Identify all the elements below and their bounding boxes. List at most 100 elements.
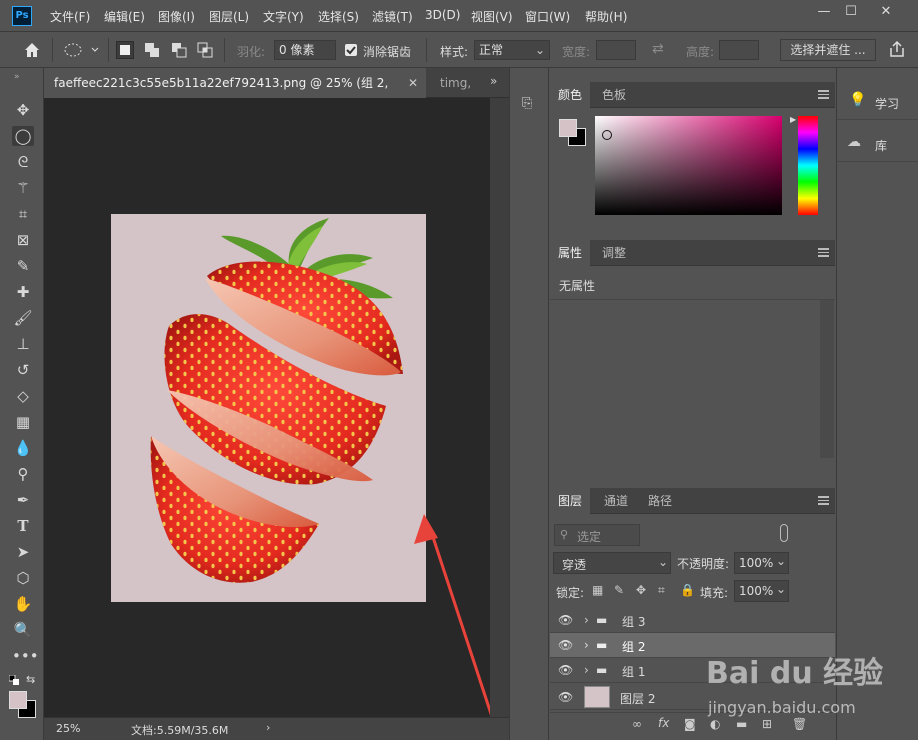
layer-name[interactable]: 图层 2	[620, 690, 655, 707]
expand-group-icon[interactable]: ›	[584, 638, 589, 652]
healing-brush-tool-icon[interactable]: ✚	[12, 282, 34, 302]
history-brush-tool-icon[interactable]: ↺	[12, 360, 34, 380]
opacity-chevron-icon[interactable]: ⌄	[776, 554, 786, 568]
history-panel-icon[interactable]: ⎘	[522, 96, 540, 114]
lasso-tool-icon[interactable]: ᘓ	[12, 152, 34, 172]
collapse-tools-icon[interactable]: »	[14, 72, 30, 82]
layer-row[interactable]: 👁 › ▬ 组 1	[550, 658, 835, 683]
properties-scrollbar[interactable]	[820, 300, 834, 458]
visibility-eye-icon[interactable]: 👁	[558, 614, 573, 626]
layer-row-selected[interactable]: 👁 › ▬ 组 2	[550, 633, 835, 658]
menu-edit[interactable]: 编辑(E)	[104, 8, 145, 25]
menu-window[interactable]: 窗口(W)	[525, 8, 570, 25]
brush-tool-icon[interactable]: 🖌	[12, 308, 34, 328]
lock-transparent-icon[interactable]: ▦	[592, 583, 603, 597]
new-selection-icon[interactable]	[116, 41, 134, 59]
share-icon[interactable]	[888, 40, 906, 58]
type-tool-icon[interactable]: T	[12, 516, 34, 536]
canvas-vertical-scrollbar[interactable]	[490, 98, 509, 717]
shape-tool-icon[interactable]: ⬡	[12, 568, 34, 588]
lock-artboard-icon[interactable]: ⌗	[658, 583, 665, 598]
dodge-tool-icon[interactable]: ⚲	[12, 464, 34, 484]
properties-panel-menu-icon[interactable]	[818, 248, 829, 257]
menu-select[interactable]: 选择(S)	[318, 8, 359, 25]
color-fg-swatch[interactable]	[559, 119, 577, 137]
height-input[interactable]	[719, 40, 759, 60]
default-colors-icon[interactable]	[8, 674, 19, 685]
visibility-eye-icon[interactable]: 👁	[558, 639, 573, 651]
tab-inactive-document[interactable]: timg,	[430, 68, 474, 98]
layers-panel-menu-icon[interactable]	[818, 496, 829, 505]
hue-slider[interactable]	[798, 116, 818, 215]
layer-row[interactable]: 👁 › ▬ 组 3	[550, 608, 835, 633]
antialias-checkbox[interactable]	[345, 44, 357, 56]
new-group-icon[interactable]: ▬	[736, 717, 747, 731]
close-tab-icon[interactable]: ✕	[408, 68, 418, 98]
add-mask-icon[interactable]: ◙	[684, 717, 696, 731]
expand-group-icon[interactable]: ›	[584, 613, 589, 627]
color-field[interactable]	[595, 116, 782, 215]
zoom-level[interactable]: 25%	[56, 722, 80, 735]
feather-input[interactable]: 0 像素	[274, 40, 336, 60]
move-tool-icon[interactable]: ✥	[12, 100, 34, 120]
menu-file[interactable]: 文件(F)	[50, 8, 90, 25]
pen-tool-icon[interactable]: ✒	[12, 490, 34, 510]
elliptical-marquee-preset-icon[interactable]	[62, 41, 102, 59]
more-tabs-icon[interactable]: »	[490, 74, 497, 88]
visibility-eye-icon[interactable]: 👁	[558, 691, 573, 703]
lock-all-icon[interactable]: 🔒	[680, 583, 695, 597]
tab-channels[interactable]: 通道	[596, 488, 636, 514]
magic-wand-tool-icon[interactable]: ⚚	[12, 178, 34, 198]
layer-name[interactable]: 组 2	[622, 638, 645, 655]
lock-position-icon[interactable]: ✥	[636, 583, 646, 597]
home-icon[interactable]	[22, 40, 42, 60]
libraries-panel-button[interactable]: ☁ 库	[837, 126, 918, 162]
swap-dimensions-icon[interactable]: ⇄	[652, 41, 664, 57]
path-selection-tool-icon[interactable]: ➤	[12, 542, 34, 562]
subtract-selection-icon[interactable]	[170, 41, 188, 59]
menu-layer[interactable]: 图层(L)	[209, 8, 249, 25]
tab-active-document[interactable]: faeffeec221c3c55e5b11a22ef792413.png @ 2…	[44, 68, 426, 120]
add-selection-icon[interactable]	[143, 41, 161, 59]
style-select[interactable]: 正常 ⌄	[474, 40, 550, 60]
width-input[interactable]	[596, 40, 636, 60]
gradient-tool-icon[interactable]: ▦	[12, 412, 34, 432]
zoom-tool-icon[interactable]: 🔍	[12, 620, 34, 640]
adjustment-layer-icon[interactable]: ◐	[710, 717, 720, 731]
layer-name[interactable]: 组 3	[622, 613, 645, 630]
blur-tool-icon[interactable]: 💧	[12, 438, 34, 458]
layer-filter-select[interactable]: ⚲ 选定	[554, 524, 640, 546]
eraser-tool-icon[interactable]: ◇	[12, 386, 34, 406]
frame-tool-icon[interactable]: ⊠	[12, 230, 34, 250]
menu-image[interactable]: 图像(I)	[158, 8, 195, 25]
swap-colors-icon[interactable]: ⇆	[26, 673, 35, 686]
layer-name[interactable]: 组 1	[622, 663, 645, 680]
close-button[interactable]: ✕	[876, 4, 896, 20]
color-panel-menu-icon[interactable]	[818, 90, 829, 99]
lock-pixels-icon[interactable]: ✎	[614, 583, 624, 597]
elliptical-marquee-tool-icon[interactable]: ◯	[12, 126, 34, 146]
foreground-color-swatch[interactable]	[9, 691, 27, 709]
tab-color[interactable]: 颜色	[550, 82, 591, 108]
tab-adjustments[interactable]: 调整	[594, 240, 634, 266]
new-layer-icon[interactable]: ⊞	[762, 717, 772, 731]
fill-chevron-icon[interactable]: ⌄	[776, 582, 786, 596]
fx-icon[interactable]: fx	[658, 716, 669, 730]
tab-layers[interactable]: 图层	[550, 488, 591, 514]
tab-properties[interactable]: 属性	[550, 240, 591, 266]
status-menu-chevron-icon[interactable]: ›	[266, 721, 270, 734]
select-and-mask-button[interactable]: 选择并遮住 ...	[780, 39, 876, 61]
blend-mode-select[interactable]: 穿透 ⌄	[553, 552, 671, 574]
menu-3d[interactable]: 3D(D)	[425, 8, 460, 22]
more-tools-icon[interactable]: •••	[12, 646, 39, 666]
menu-type[interactable]: 文字(Y)	[263, 8, 304, 25]
crop-tool-icon[interactable]: ⌗	[12, 204, 34, 224]
eyedropper-tool-icon[interactable]: ✎	[12, 256, 34, 276]
tab-swatches[interactable]: 色板	[594, 82, 634, 108]
expand-group-icon[interactable]: ›	[584, 663, 589, 677]
menu-help[interactable]: 帮助(H)	[585, 8, 627, 25]
intersect-selection-icon[interactable]	[196, 41, 214, 59]
tab-paths[interactable]: 路径	[640, 488, 680, 514]
maximize-button[interactable]: ☐	[841, 4, 861, 20]
learn-panel-button[interactable]: 💡 学习	[837, 84, 918, 120]
